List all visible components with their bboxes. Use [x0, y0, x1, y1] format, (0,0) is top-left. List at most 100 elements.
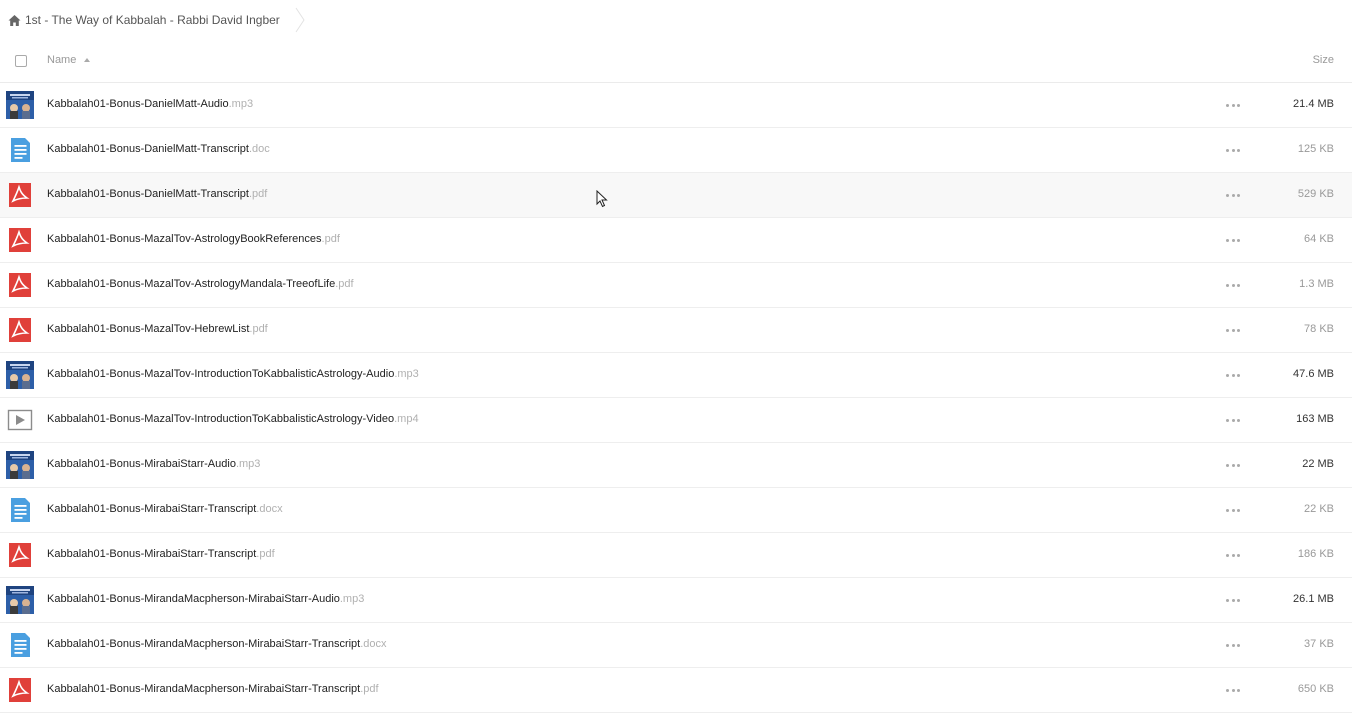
file-extension: .docx [360, 638, 387, 650]
mouse-cursor-icon [596, 190, 608, 208]
file-row[interactable]: Kabbalah01-Bonus-MazalTov-AstrologyManda… [0, 263, 1352, 308]
file-row[interactable]: Kabbalah01-Bonus-MazalTov-IntroductionTo… [0, 398, 1352, 443]
file-row[interactable]: Kabbalah01-Bonus-MazalTov-AstrologyBookR… [0, 218, 1352, 263]
file-extension: .docx [256, 503, 283, 515]
file-name[interactable]: Kabbalah01-Bonus-MirandaMacpherson-Mirab… [47, 593, 364, 605]
file-extension: .pdf [249, 323, 268, 335]
more-options-icon[interactable] [1226, 239, 1240, 243]
file-name-base[interactable]: Kabbalah01-Bonus-DanielMatt-Audio [47, 98, 229, 110]
file-name-base[interactable]: Kabbalah01-Bonus-MazalTov-IntroductionTo… [47, 413, 394, 425]
more-options-icon[interactable] [1226, 329, 1240, 333]
file-size: 78 KB [1304, 323, 1334, 335]
file-row[interactable]: Kabbalah01-Bonus-MirandaMacpherson-Mirab… [0, 623, 1352, 668]
file-name[interactable]: Kabbalah01-Bonus-MazalTov-HebrewList.pdf [47, 323, 268, 335]
file-extension: .pdf [256, 548, 275, 560]
name-column-label[interactable]: Name [47, 54, 76, 66]
file-size: 47.6 MB [1293, 368, 1334, 380]
file-size: 37 KB [1304, 638, 1334, 650]
file-row[interactable]: Kabbalah01-Bonus-DanielMatt-Transcript.d… [0, 128, 1352, 173]
file-name-base[interactable]: Kabbalah01-Bonus-MirabaiStarr-Audio [47, 458, 236, 470]
file-name[interactable]: Kabbalah01-Bonus-MirandaMacpherson-Mirab… [47, 638, 387, 650]
file-extension: .mp3 [339, 593, 365, 605]
file-size: 125 KB [1297, 143, 1334, 155]
file-name[interactable]: Kabbalah01-Bonus-MirandaMacpherson-Mirab… [47, 683, 379, 695]
breadcrumb[interactable]: 1st - The Way of Kabbalah - Rabbi David … [0, 0, 294, 40]
file-name[interactable]: Kabbalah01-Bonus-DanielMatt-Audio.mp3 [47, 98, 253, 110]
audio-thumbnail-icon [6, 91, 34, 119]
file-extension: .pdf [248, 188, 268, 200]
file-name[interactable]: Kabbalah01-Bonus-MirabaiStarr-Transcript… [47, 503, 283, 515]
file-row[interactable]: Kabbalah01-Bonus-MirabaiStarr-Transcript… [0, 533, 1352, 578]
more-options-icon[interactable] [1226, 689, 1240, 693]
more-options-icon[interactable] [1226, 554, 1240, 558]
pdf-icon [6, 676, 34, 704]
pdf-icon [6, 541, 34, 569]
file-name[interactable]: Kabbalah01-Bonus-MazalTov-AstrologyManda… [47, 278, 354, 290]
sort-ascending-icon[interactable] [84, 58, 91, 62]
file-size: 650 KB [1297, 683, 1334, 695]
file-name-base[interactable]: Kabbalah01-Bonus-MirandaMacpherson-Mirab… [47, 593, 340, 605]
file-size: 26.1 MB [1293, 593, 1334, 605]
pdf-icon [6, 271, 34, 299]
file-extension: .mp3 [394, 368, 419, 380]
file-extension: .mp3 [228, 98, 254, 110]
audio-thumbnail-icon [6, 361, 34, 389]
file-name-base[interactable]: Kabbalah01-Bonus-DanielMatt-Transcript [47, 143, 249, 155]
more-options-icon[interactable] [1226, 644, 1240, 648]
file-row[interactable]: Kabbalah01-Bonus-MirabaiStarr-Audio.mp3 2… [0, 443, 1352, 488]
file-name-base[interactable]: Kabbalah01-Bonus-MirandaMacpherson-Mirab… [47, 683, 360, 695]
file-size: 64 KB [1304, 233, 1334, 245]
more-options-icon[interactable] [1226, 419, 1240, 423]
file-name-base[interactable]: Kabbalah01-Bonus-DanielMatt-Transcript [47, 188, 249, 200]
file-name-base[interactable]: Kabbalah01-Bonus-MazalTov-AstrologyManda… [47, 278, 335, 290]
file-name[interactable]: Kabbalah01-Bonus-MazalTov-IntroductionTo… [47, 368, 419, 380]
more-options-icon[interactable] [1226, 194, 1240, 198]
file-size: 21.4 MB [1293, 98, 1334, 110]
document-icon [6, 496, 34, 524]
file-name-base[interactable]: Kabbalah01-Bonus-MazalTov-IntroductionTo… [47, 368, 394, 380]
file-row[interactable]: Kabbalah01-Bonus-MirabaiStarr-Transcript… [0, 488, 1352, 533]
list-header: Name Size [0, 40, 1352, 83]
file-name-base[interactable]: Kabbalah01-Bonus-MazalTov-AstrologyBookR… [47, 233, 322, 245]
size-column-header[interactable]: Size [1313, 54, 1334, 66]
more-options-icon[interactable] [1226, 464, 1240, 468]
top-bar: 1st - The Way of Kabbalah - Rabbi David … [0, 0, 1352, 40]
file-name[interactable]: Kabbalah01-Bonus-DanielMatt-Transcript.p… [47, 188, 267, 200]
select-all-checkbox[interactable] [15, 55, 27, 67]
video-icon [6, 406, 34, 434]
more-options-icon[interactable] [1226, 509, 1240, 513]
file-row[interactable]: Kabbalah01-Bonus-MirandaMacpherson-Mirab… [0, 668, 1352, 713]
more-options-icon[interactable] [1226, 284, 1240, 288]
file-name[interactable]: Kabbalah01-Bonus-MazalTov-AstrologyBookR… [47, 233, 340, 245]
file-list: Kabbalah01-Bonus-DanielMatt-Audio.mp3 21.… [0, 83, 1352, 713]
pdf-icon [6, 316, 34, 344]
file-row[interactable]: Kabbalah01-Bonus-DanielMatt-Transcript.p… [0, 173, 1352, 218]
file-row[interactable]: Kabbalah01-Bonus-MazalTov-IntroductionTo… [0, 353, 1352, 398]
file-size: 186 KB [1297, 548, 1334, 560]
pdf-icon [6, 181, 34, 209]
file-name[interactable]: Kabbalah01-Bonus-MazalTov-IntroductionTo… [47, 413, 419, 425]
file-row[interactable]: Kabbalah01-Bonus-MazalTov-HebrewList.pdf… [0, 308, 1352, 353]
file-name-base[interactable]: Kabbalah01-Bonus-MirandaMacpherson-Mirab… [47, 638, 360, 650]
file-name-base[interactable]: Kabbalah01-Bonus-MirabaiStarr-Transcript [47, 503, 256, 515]
more-options-icon[interactable] [1226, 149, 1240, 153]
breadcrumb-separator-icon [295, 7, 305, 33]
file-extension: .pdf [335, 278, 354, 290]
file-row[interactable]: Kabbalah01-Bonus-MirandaMacpherson-Mirab… [0, 578, 1352, 623]
breadcrumb-label[interactable]: 1st - The Way of Kabbalah - Rabbi David … [25, 13, 280, 27]
home-icon[interactable] [8, 14, 21, 27]
file-extension: .pdf [321, 233, 340, 245]
document-icon [6, 136, 34, 164]
file-name[interactable]: Kabbalah01-Bonus-MirabaiStarr-Transcript… [47, 548, 275, 560]
file-name-base[interactable]: Kabbalah01-Bonus-MirabaiStarr-Transcript [47, 548, 256, 560]
more-options-icon[interactable] [1226, 599, 1240, 603]
name-column-header[interactable]: Name [47, 54, 91, 66]
more-options-icon[interactable] [1226, 374, 1240, 378]
file-name[interactable]: Kabbalah01-Bonus-MirabaiStarr-Audio.mp3 [47, 458, 260, 470]
file-name[interactable]: Kabbalah01-Bonus-DanielMatt-Transcript.d… [47, 143, 270, 155]
file-size: 1.3 MB [1299, 278, 1334, 290]
audio-thumbnail-icon [6, 451, 34, 479]
file-row[interactable]: Kabbalah01-Bonus-DanielMatt-Audio.mp3 21.… [0, 83, 1352, 128]
more-options-icon[interactable] [1226, 104, 1240, 108]
file-name-base[interactable]: Kabbalah01-Bonus-MazalTov-HebrewList [47, 323, 249, 335]
